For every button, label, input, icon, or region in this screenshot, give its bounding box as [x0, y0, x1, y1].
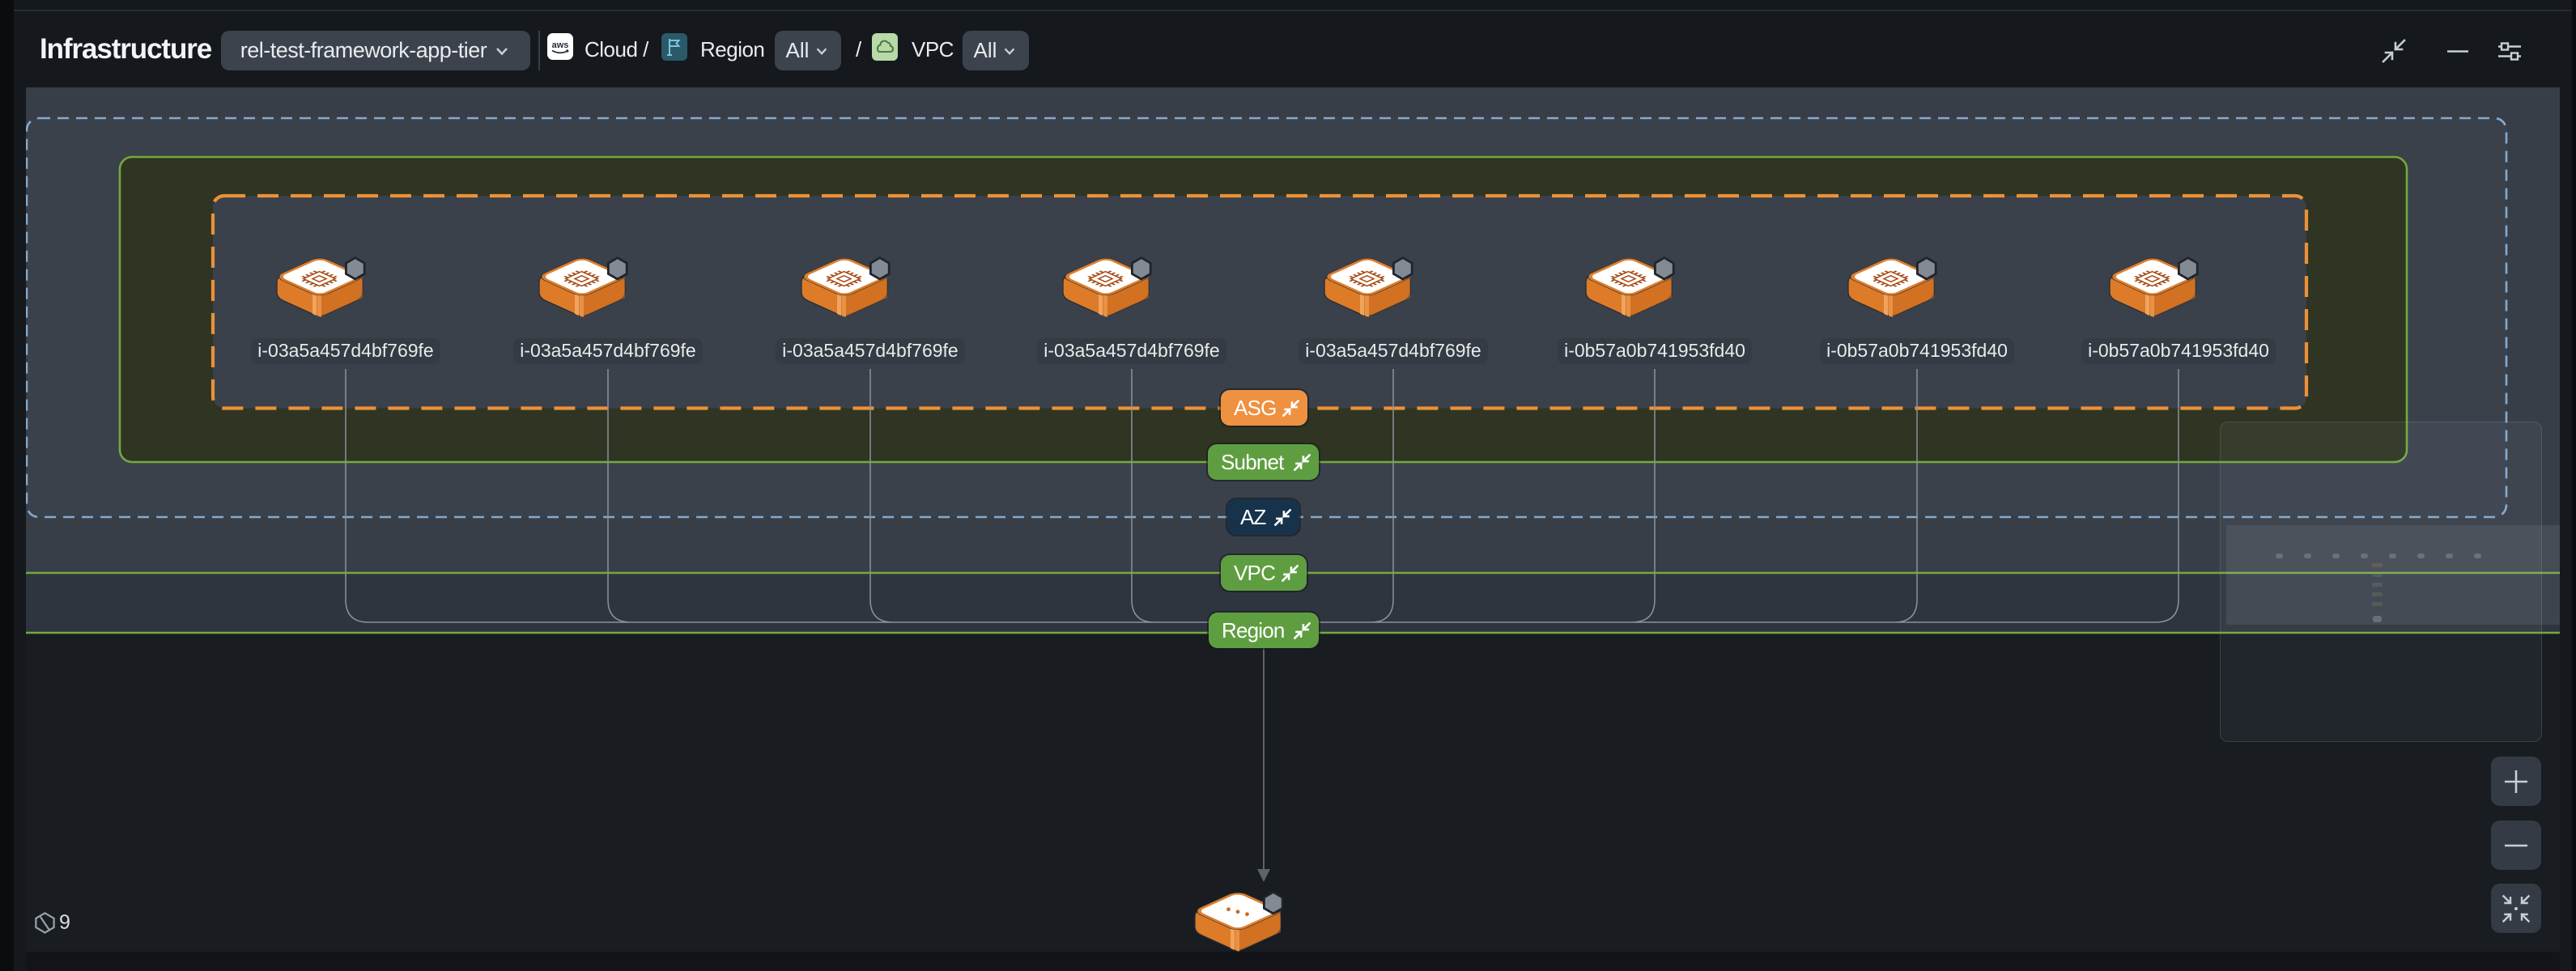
svg-text:aws: aws — [552, 40, 569, 50]
